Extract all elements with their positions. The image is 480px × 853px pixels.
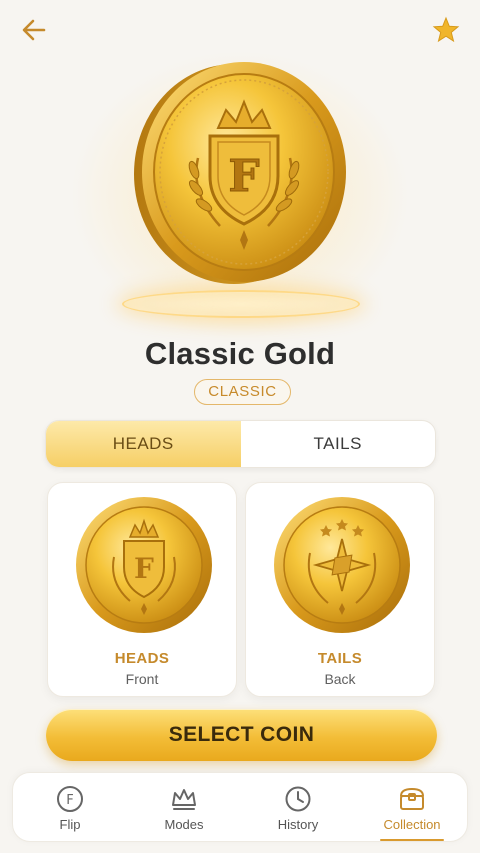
nav-label-modes: Modes bbox=[164, 817, 204, 832]
coin-heads-large-icon: F bbox=[134, 62, 346, 284]
nav-label-history: History bbox=[277, 817, 319, 832]
tails-label: TAILS bbox=[317, 650, 363, 667]
svg-text:F: F bbox=[228, 151, 259, 202]
tails-sub: Back bbox=[324, 671, 356, 687]
toggle-heads[interactable]: HEADS bbox=[46, 421, 241, 467]
crest-f-icon: F bbox=[76, 497, 212, 633]
star-compass-icon bbox=[274, 497, 410, 633]
coin-name: Classic Gold bbox=[144, 336, 336, 371]
nav-item-modes[interactable]: Modes bbox=[127, 773, 241, 843]
tails-card[interactable]: TAILS Back bbox=[245, 482, 435, 697]
toggle-tails[interactable]: TAILS bbox=[241, 421, 436, 467]
pedestal-ring bbox=[122, 290, 360, 318]
active-tab-indicator bbox=[380, 839, 444, 841]
heads-card[interactable]: F HEADS Front bbox=[47, 482, 237, 697]
svg-text:F: F bbox=[66, 793, 73, 808]
heads-label: HEADS bbox=[114, 650, 170, 667]
coin-f-icon: F bbox=[57, 786, 83, 812]
nav-item-collection[interactable]: Collection bbox=[355, 773, 469, 843]
clock-icon bbox=[285, 786, 311, 812]
nav-item-history[interactable]: History bbox=[241, 773, 355, 843]
heads-sub: Front bbox=[125, 671, 159, 687]
bottom-nav: F Flip Modes History Collection bbox=[12, 772, 468, 842]
face-toggle: HEADS TAILS bbox=[45, 420, 436, 468]
chest-icon bbox=[400, 788, 424, 810]
crown-icon bbox=[172, 789, 196, 810]
coin-preview: F bbox=[0, 40, 480, 340]
nav-label-collection: Collection bbox=[383, 817, 441, 832]
select-coin-button[interactable]: SELECT COIN bbox=[46, 709, 437, 761]
nav-item-flip[interactable]: F Flip bbox=[13, 773, 127, 843]
nav-label-flip: Flip bbox=[59, 817, 81, 832]
svg-text:F: F bbox=[134, 552, 154, 585]
tier-badge: CLASSIC bbox=[194, 379, 291, 405]
